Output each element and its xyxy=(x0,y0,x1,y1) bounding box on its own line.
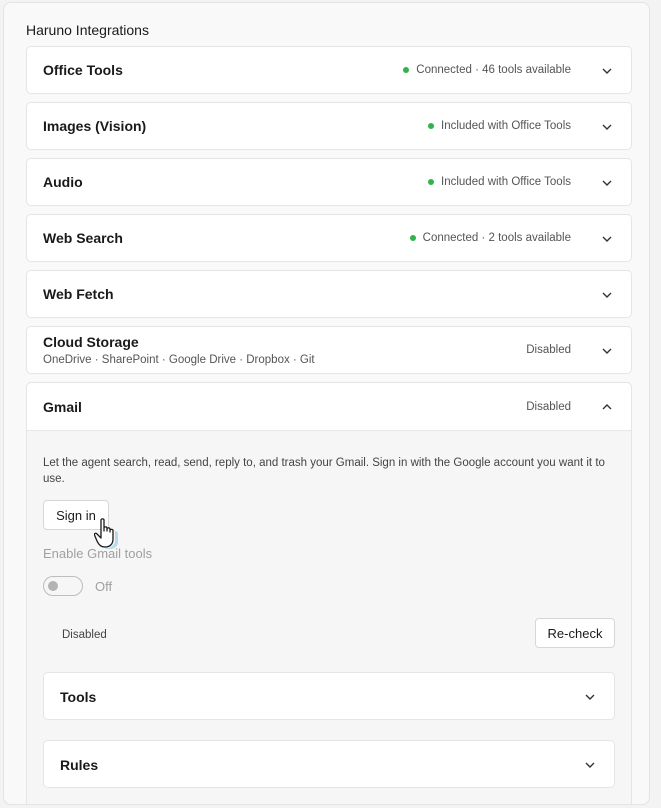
gmail-header[interactable]: Gmail Disabled xyxy=(27,383,631,431)
integration-name: Web Fetch xyxy=(43,286,114,302)
tools-label: Tools xyxy=(60,689,97,705)
integration-web-search[interactable]: Web Search Connected · 2 tools available xyxy=(26,214,632,262)
chevron-down-icon[interactable] xyxy=(583,690,597,704)
chevron-down-icon[interactable] xyxy=(600,232,614,246)
chevron-up-icon[interactable] xyxy=(600,400,614,414)
integration-status: Connected · 2 tools available xyxy=(409,232,571,244)
toggle-state-label: Off xyxy=(95,579,113,594)
chevron-down-icon[interactable] xyxy=(583,758,597,772)
status-dot-icon xyxy=(403,67,410,73)
integration-gmail: Gmail Disabled Let the agent search, rea… xyxy=(26,382,632,804)
status-dot-icon xyxy=(409,235,416,241)
recheck-button[interactable]: Re-check xyxy=(535,618,615,648)
integration-name: Cloud Storage xyxy=(43,334,139,350)
integration-images-vision[interactable]: Images (Vision) Included with Office Too… xyxy=(26,102,632,150)
integration-office-tools[interactable]: Office Tools Connected · 46 tools availa… xyxy=(26,46,632,94)
tools-section[interactable]: Tools xyxy=(43,672,615,720)
integration-name: Audio xyxy=(43,174,83,190)
chevron-down-icon[interactable] xyxy=(600,176,614,190)
rules-section[interactable]: Rules xyxy=(43,740,615,788)
integrations-panel: Haruno Integrations Office Tools Connect… xyxy=(3,2,650,805)
status-dot-icon xyxy=(428,179,435,185)
integration-status: Included with Office Tools xyxy=(428,120,571,132)
integration-name: Office Tools xyxy=(43,62,123,78)
integration-status: Disabled xyxy=(526,344,571,356)
integration-status: Connected · 46 tools available xyxy=(403,64,571,76)
chevron-down-icon[interactable] xyxy=(600,120,614,134)
integration-cloud-storage[interactable]: Cloud Storage OneDrive · SharePoint · Go… xyxy=(26,326,632,374)
connection-status: Disabled xyxy=(62,629,107,641)
chevron-down-icon[interactable] xyxy=(600,344,614,358)
integration-status: Included with Office Tools xyxy=(428,176,571,188)
integration-web-fetch[interactable]: Web Fetch xyxy=(26,270,632,318)
section-title: Haruno Integrations xyxy=(26,22,149,38)
status-dot-icon xyxy=(428,123,435,129)
hand-pointer-icon xyxy=(94,518,118,550)
integration-name: Images (Vision) xyxy=(43,118,147,134)
integration-subtitle: OneDrive · SharePoint · Google Drive · D… xyxy=(43,354,315,366)
integration-audio[interactable]: Audio Included with Office Tools xyxy=(26,158,632,206)
gmail-description: Let the agent search, read, send, reply … xyxy=(43,457,605,485)
enable-gmail-tools-toggle[interactable] xyxy=(43,576,83,596)
toggle-knob xyxy=(48,581,58,591)
integration-name: Web Search xyxy=(43,230,123,246)
chevron-down-icon[interactable] xyxy=(600,64,614,78)
chevron-down-icon[interactable] xyxy=(600,288,614,302)
integration-status: Disabled xyxy=(526,401,571,413)
rules-label: Rules xyxy=(60,757,99,773)
integration-name: Gmail xyxy=(43,399,82,415)
